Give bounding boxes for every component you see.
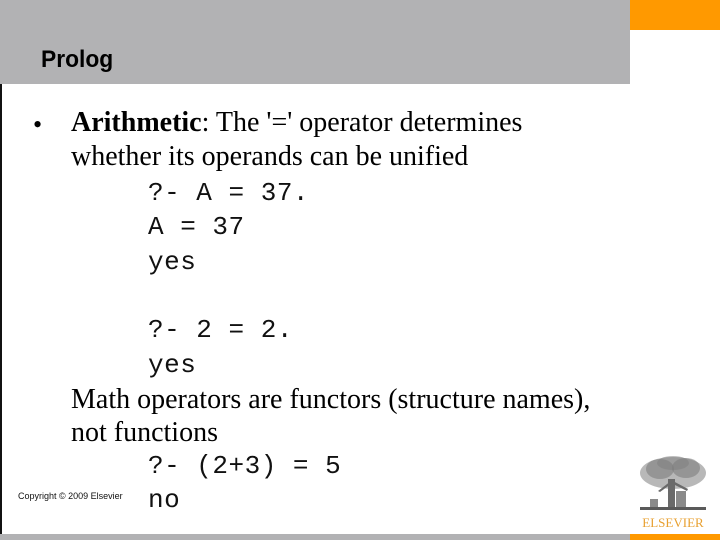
code-line: yes bbox=[148, 247, 197, 277]
code-line: A = 37 bbox=[148, 212, 245, 242]
footer-accent bbox=[630, 534, 720, 540]
bullet-line-1-rest: : The '=' operator determines bbox=[201, 107, 523, 138]
copyright-text: Copyright © 2009 Elsevier bbox=[18, 491, 123, 501]
left-border bbox=[0, 84, 2, 534]
corner-accent bbox=[630, 0, 720, 30]
code-line: ?- A = 37. bbox=[148, 178, 310, 208]
code-line: no bbox=[148, 485, 181, 515]
slide-title: Prolog bbox=[41, 46, 114, 73]
elsevier-tree-icon bbox=[640, 456, 706, 510]
elsevier-logo: ELSEVIER bbox=[638, 455, 710, 533]
code-line: yes bbox=[148, 350, 197, 380]
bullet-line-2: whether its operands can be unified bbox=[71, 141, 469, 172]
code-line: ?- (2+3) = 5 bbox=[148, 451, 342, 481]
bullet-marker: • bbox=[33, 110, 43, 139]
footer-bar bbox=[0, 534, 630, 540]
note-line-1: Math operators are functors (structure n… bbox=[71, 384, 591, 415]
note-line-2: not functions bbox=[71, 417, 218, 448]
bullet-line-1: Arithmetic: The '=' operator determines bbox=[71, 107, 522, 139]
code-line: ?- 2 = 2. bbox=[148, 315, 293, 345]
bullet-term: Arithmetic bbox=[71, 107, 202, 138]
logo-wordmark: ELSEVIER bbox=[642, 515, 704, 530]
